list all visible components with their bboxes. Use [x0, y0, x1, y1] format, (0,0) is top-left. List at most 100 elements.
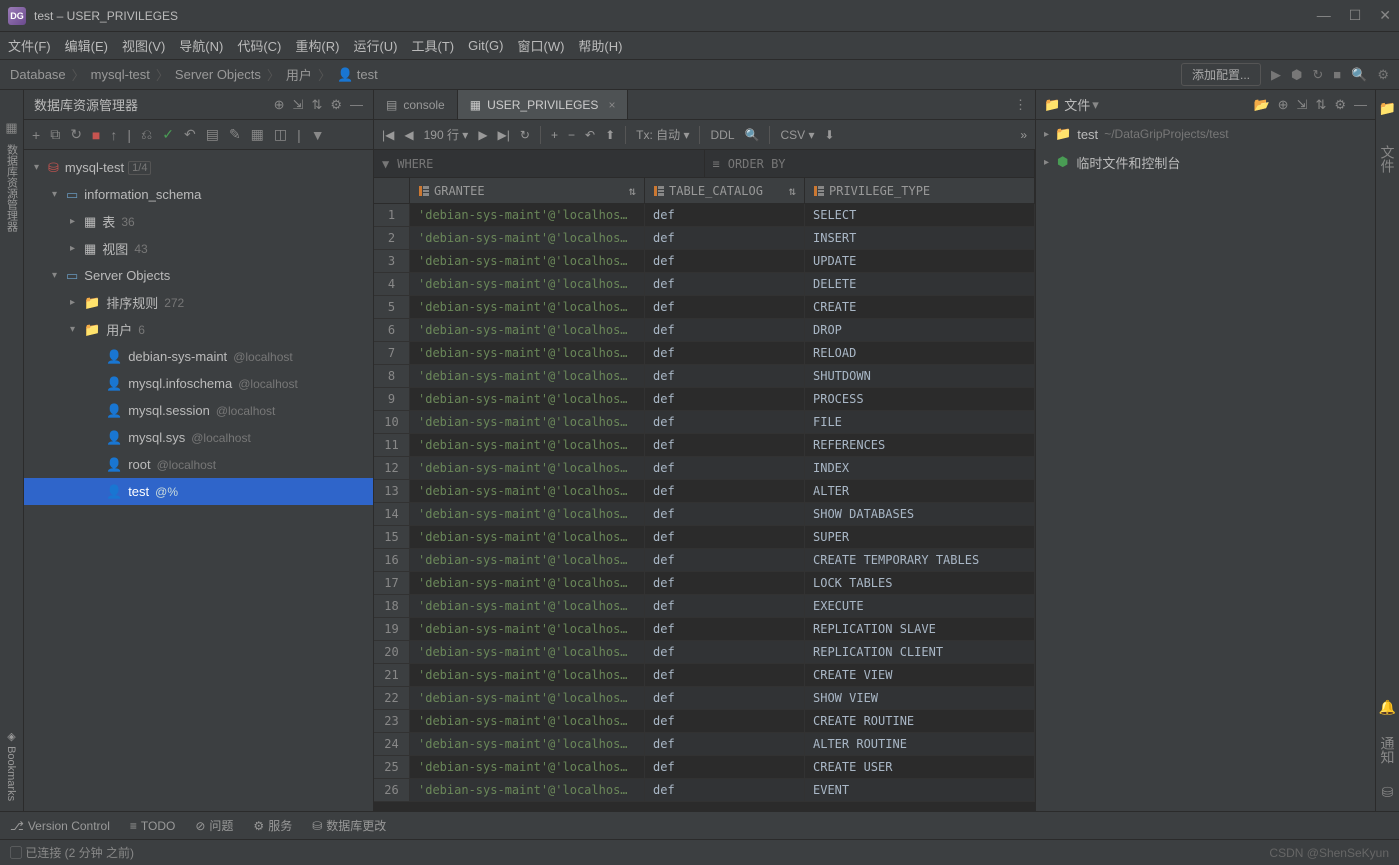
hide-icon[interactable]: — [1354, 97, 1367, 113]
menu-item[interactable]: 视图(V) [122, 36, 165, 55]
edit-icon[interactable]: ✎ [229, 126, 241, 143]
table-row[interactable]: 25'debian-sys-maint'@'localhos…defCREATE… [374, 756, 1035, 779]
menu-item[interactable]: 运行(U) [353, 36, 397, 55]
tx-mode[interactable]: Tx: 自动 ▾ [636, 126, 689, 143]
tree-user-item[interactable]: 👤mysql.session@localhost [24, 397, 373, 424]
table-row[interactable]: 24'debian-sys-maint'@'localhos…defALTER … [374, 733, 1035, 756]
table-row[interactable]: 4'debian-sys-maint'@'localhos…defDELETE [374, 273, 1035, 296]
tree-user-item[interactable]: 👤debian-sys-maint@localhost [24, 343, 373, 370]
add-datasource-icon[interactable]: ⊕ [274, 97, 285, 113]
prev-page-icon[interactable]: ◀ [404, 128, 413, 142]
menu-item[interactable]: 文件(F) [8, 36, 51, 55]
close-icon[interactable]: × [608, 98, 615, 112]
add-row-icon[interactable]: + [551, 128, 558, 142]
table-row[interactable]: 7'debian-sys-maint'@'localhos…defRELOAD [374, 342, 1035, 365]
gear-icon[interactable]: ⚙ [1334, 97, 1346, 113]
tabs-more-icon[interactable]: ⋮ [1014, 97, 1027, 113]
column-header-grantee[interactable]: GRANTEE⇅ [410, 178, 645, 203]
table-row[interactable]: 14'debian-sys-maint'@'localhos…defSHOW D… [374, 503, 1035, 526]
breadcrumb-item[interactable]: 👤 test [337, 67, 378, 83]
table-row[interactable]: 18'debian-sys-maint'@'localhos…defEXECUT… [374, 595, 1035, 618]
expand-icon[interactable]: ⇅ [1315, 97, 1326, 113]
table-row[interactable]: 19'debian-sys-maint'@'localhos…defREPLIC… [374, 618, 1035, 641]
sql-icon[interactable]: ▤ [206, 126, 219, 143]
table-row[interactable]: 3'debian-sys-maint'@'localhos…defUPDATE [374, 250, 1035, 273]
maximize-button[interactable]: ☐ [1349, 7, 1362, 24]
table-row[interactable]: 6'debian-sys-maint'@'localhos…defDROP [374, 319, 1035, 342]
commit-icon[interactable]: ✓ [162, 126, 174, 143]
table-row[interactable]: 16'debian-sys-maint'@'localhos…defCREATE… [374, 549, 1035, 572]
breadcrumb-item[interactable]: mysql-test [91, 67, 150, 82]
where-filter[interactable]: ▼ WHERE [374, 150, 705, 177]
table-row[interactable]: 10'debian-sys-maint'@'localhos…defFILE [374, 411, 1035, 434]
notifications-label[interactable]: 通知 [1378, 736, 1398, 764]
console-icon[interactable]: ▦ [251, 126, 264, 143]
collapse-icon[interactable]: ⇲ [1297, 97, 1308, 113]
breadcrumb-item[interactable]: 用户 [286, 65, 312, 84]
search-icon[interactable]: 🔍 [1351, 67, 1367, 83]
tab-console[interactable]: ▤ console [374, 90, 458, 119]
submit-icon[interactable]: ⬆ [605, 128, 615, 142]
tree-user-item[interactable]: 👤root@localhost [24, 451, 373, 478]
tree-user-item[interactable]: 👤mysql.sys@localhost [24, 424, 373, 451]
close-button[interactable]: ✕ [1379, 7, 1391, 24]
table-row[interactable]: 11'debian-sys-maint'@'localhos…defREFERE… [374, 434, 1035, 457]
menu-item[interactable]: 帮助(H) [578, 36, 622, 55]
column-header-privilege[interactable]: PRIVILEGE_TYPE [805, 178, 1035, 203]
target-icon[interactable]: ⊕ [1278, 97, 1289, 113]
right-gutter-files[interactable]: 文件 [1378, 145, 1398, 173]
file-label[interactable]: 文件 [1064, 95, 1090, 114]
table-row[interactable]: 13'debian-sys-maint'@'localhos…defALTER [374, 480, 1035, 503]
menu-item[interactable]: Git(G) [468, 38, 503, 53]
search-icon[interactable]: 🔍 [745, 128, 760, 142]
last-page-icon[interactable]: ▶| [498, 128, 510, 142]
tab-user-privileges[interactable]: ▦ USER_PRIVILEGES × [458, 90, 629, 119]
column-header-catalog[interactable]: TABLE_CATALOG⇅ [645, 178, 805, 203]
table-row[interactable]: 22'debian-sys-maint'@'localhos…defSHOW V… [374, 687, 1035, 710]
bookmarks-label[interactable]: ◈ Bookmarks [5, 730, 18, 801]
table-row[interactable]: 2'debian-sys-maint'@'localhos…defINSERT [374, 227, 1035, 250]
revert-icon[interactable]: ↶ [585, 128, 595, 142]
stop-icon[interactable]: ■ [1333, 67, 1341, 82]
row-num-header[interactable] [374, 178, 410, 203]
first-page-icon[interactable]: |◀ [382, 128, 394, 142]
copy-icon[interactable]: ⧉ [50, 126, 60, 143]
menu-item[interactable]: 窗口(W) [517, 36, 564, 55]
database-icon[interactable]: ▦ [5, 120, 17, 136]
services-button[interactable]: ⚙ 服务 [253, 817, 292, 834]
plus-icon[interactable]: + [32, 127, 40, 143]
menu-item[interactable]: 代码(C) [237, 36, 281, 55]
table-row[interactable]: 15'debian-sys-maint'@'localhos…defSUPER [374, 526, 1035, 549]
minimize-button[interactable]: — [1317, 7, 1331, 24]
breadcrumb-item[interactable]: Database [10, 67, 66, 82]
table-row[interactable]: 20'debian-sys-maint'@'localhos…defREPLIC… [374, 641, 1035, 664]
files-icon[interactable]: 📁 [1379, 100, 1396, 117]
table-row[interactable]: 5'debian-sys-maint'@'localhos…defCREATE [374, 296, 1035, 319]
tree-user-item[interactable]: 👤test@% [24, 478, 373, 505]
menu-item[interactable]: 工具(T) [411, 36, 454, 55]
table-row[interactable]: 1'debian-sys-maint'@'localhos…defSELECT [374, 204, 1035, 227]
ddl-button[interactable]: DDL [710, 128, 734, 142]
menu-item[interactable]: 重构(R) [295, 36, 339, 55]
db-changes-button[interactable]: ⛁ 数据库更改 [312, 817, 386, 834]
table-row[interactable]: 8'debian-sys-maint'@'localhos…defSHUTDOW… [374, 365, 1035, 388]
scratch-item[interactable]: ▸ ⬢ 临时文件和控制台 [1036, 148, 1375, 176]
menu-item[interactable]: 导航(N) [179, 36, 223, 55]
hide-icon[interactable]: — [350, 97, 363, 113]
open-icon[interactable]: 📂 [1253, 97, 1269, 113]
tree-server-objects[interactable]: ▾▭ Server Objects [24, 262, 373, 289]
tree-users[interactable]: ▾📁 用户6 [24, 316, 373, 343]
run-icon[interactable]: ▶ [1271, 67, 1281, 83]
tree-tables[interactable]: ▸▦ 表36 [24, 208, 373, 235]
add-config-button[interactable]: 添加配置... [1181, 63, 1261, 86]
table-row[interactable]: 17'debian-sys-maint'@'localhos…defLOCK T… [374, 572, 1035, 595]
breadcrumb-item[interactable]: Server Objects [175, 67, 261, 82]
rerun-icon[interactable]: ↻ [1312, 67, 1323, 83]
table-row[interactable]: 12'debian-sys-maint'@'localhos…defINDEX [374, 457, 1035, 480]
notifications-icon[interactable]: 🔔 [1379, 699, 1396, 716]
menu-item[interactable]: 编辑(E) [65, 36, 108, 55]
up-icon[interactable]: ↑ [110, 127, 117, 143]
filter2-icon[interactable]: ▼ [311, 127, 325, 143]
table-row[interactable]: 9'debian-sys-maint'@'localhos…defPROCESS [374, 388, 1035, 411]
stop-icon[interactable]: ■ [92, 127, 100, 143]
